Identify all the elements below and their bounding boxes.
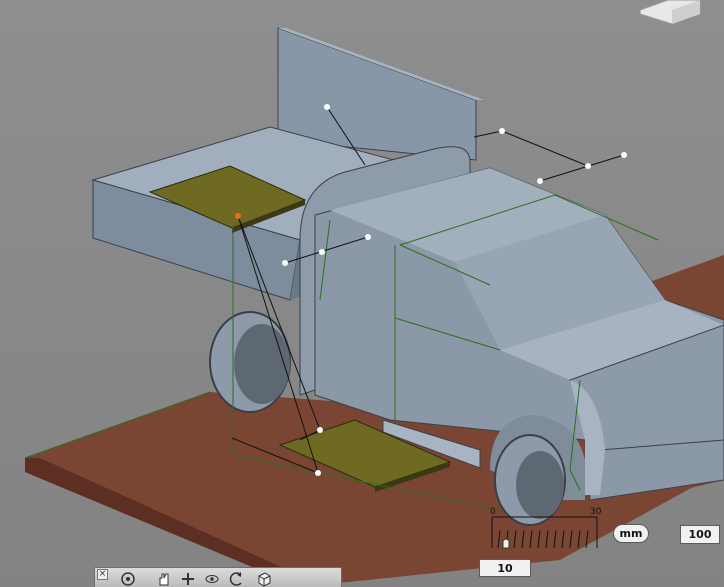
ruler-start-label: 0 [490, 507, 496, 517]
rewind-icon[interactable] [227, 571, 245, 587]
handle-point [282, 260, 288, 266]
length-value-field[interactable]: 100 [680, 525, 720, 544]
orbit-icon[interactable] [119, 571, 137, 587]
handle-point [317, 427, 323, 433]
look-icon[interactable] [203, 571, 221, 587]
ruler-end-label: 30 [590, 507, 602, 517]
ruler-slider-handle [502, 538, 510, 549]
handle-point [499, 128, 505, 134]
3d-viewport[interactable]: 0 30 mm 100 10 × [0, 0, 724, 587]
rear-wheel [209, 311, 291, 413]
handle-point [537, 178, 543, 184]
view-cube-icon[interactable] [639, 0, 701, 25]
pan-icon[interactable] [155, 571, 173, 587]
toolbar-close-button[interactable]: × [97, 569, 108, 580]
handle-point [324, 104, 330, 110]
handle-point [235, 213, 241, 219]
handle-point [585, 163, 591, 169]
handle-point [319, 249, 325, 255]
handle-point [315, 470, 321, 476]
handle-point [621, 152, 627, 158]
view-cube-icon[interactable] [255, 571, 273, 587]
step-value-field[interactable]: 10 [479, 559, 531, 577]
zoom-icon[interactable] [179, 571, 197, 587]
model-scene[interactable] [0, 0, 724, 587]
navigation-toolbar: × [94, 567, 342, 587]
handle-point [365, 234, 371, 240]
unit-badge[interactable]: mm [613, 524, 649, 543]
